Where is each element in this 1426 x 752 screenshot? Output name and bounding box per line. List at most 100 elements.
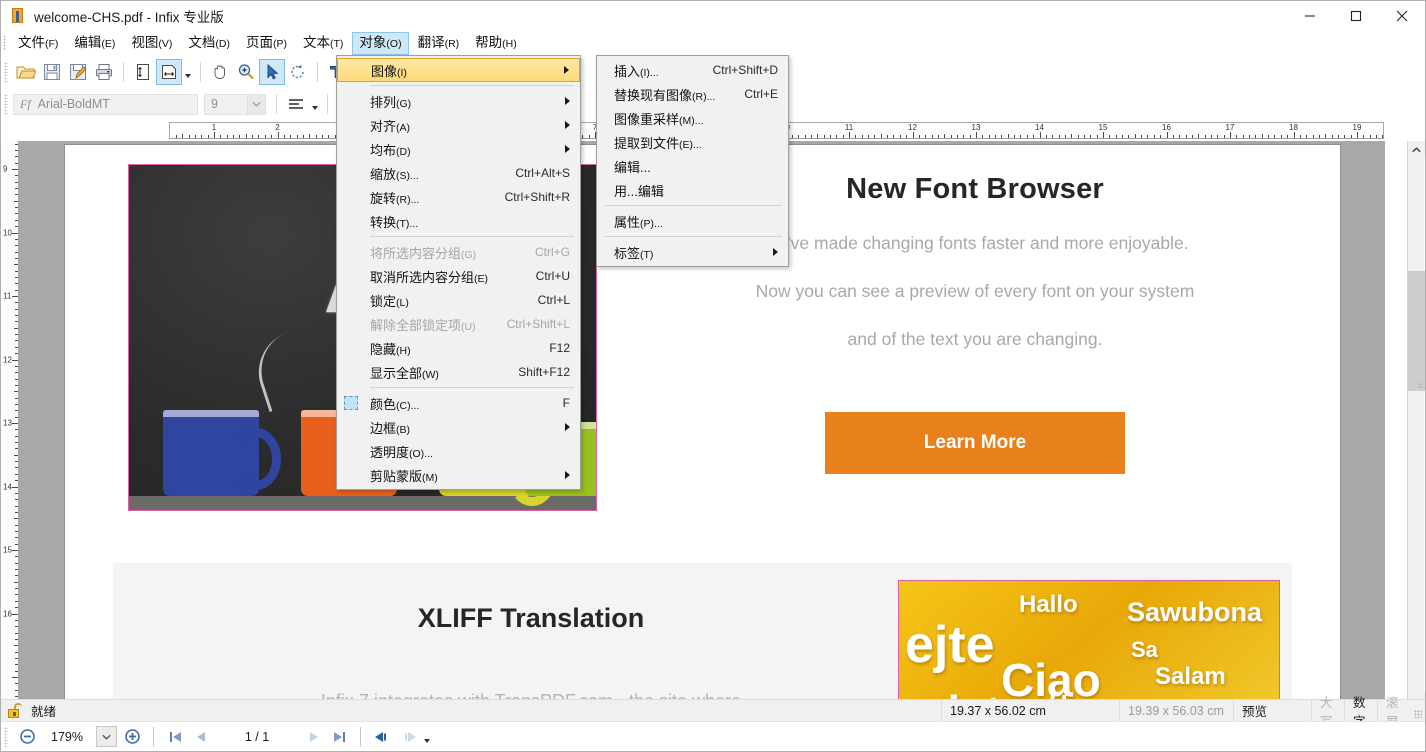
rotate-tool-button[interactable] — [285, 59, 311, 85]
menu-option-label: 对齐(A) — [370, 116, 555, 135]
menu-option[interactable]: 排列(G) — [337, 89, 580, 113]
menu-object[interactable]: 对象(O) — [352, 32, 408, 55]
menu-option-mnemonic: (G) — [461, 249, 476, 261]
open-file-button[interactable] — [13, 59, 39, 85]
save-button[interactable] — [39, 59, 65, 85]
font-size-chevron-down-icon[interactable] — [247, 95, 265, 114]
learn-more-button[interactable]: Learn More — [825, 412, 1125, 474]
align-left-button[interactable] — [283, 91, 309, 117]
font-name-input[interactable]: Ff Arial-BoldMT — [13, 94, 198, 115]
next-page-button[interactable] — [300, 725, 326, 749]
menu-separator — [370, 85, 574, 86]
fit-mode-dropdown[interactable] — [182, 59, 194, 85]
forward-view-button[interactable] — [395, 725, 421, 749]
align-dropdown[interactable] — [309, 91, 321, 117]
navbar-grip[interactable] — [4, 727, 8, 747]
image-submenu-dropdown[interactable]: 插入(I)...Ctrl+Shift+D替换现有图像(R)...Ctrl+E图像… — [596, 55, 789, 267]
menu-option[interactable]: 编辑... — [597, 154, 788, 178]
zoom-tool-button[interactable] — [233, 59, 259, 85]
scrollbar-thumb[interactable] — [1408, 271, 1425, 391]
menu-option[interactable]: 对齐(A) — [337, 113, 580, 137]
menu-option[interactable]: 颜色(C)...F — [337, 391, 580, 415]
ruler-tick — [1236, 135, 1237, 138]
menu-translate[interactable]: 翻译(R) — [411, 32, 467, 55]
menu-option[interactable]: 标签(T) — [597, 240, 788, 264]
first-page-button[interactable] — [162, 725, 188, 749]
menu-option-mnemonic: (E)... — [679, 139, 702, 151]
status-preview-toggle[interactable]: 预览 — [1233, 700, 1303, 722]
last-page-button[interactable] — [326, 725, 352, 749]
menu-option-mnemonic: (D) — [396, 146, 411, 158]
navbar-overflow-button[interactable] — [421, 724, 433, 750]
ruler-tick — [1192, 135, 1193, 138]
minimize-button[interactable] — [1287, 1, 1333, 31]
menu-option-mnemonic: (L) — [396, 297, 409, 309]
multilingual-greetings-image[interactable]: ejteHalloSawubonaCiaoSaSalamzdetHiWhat — [899, 581, 1279, 709]
app-pdf-document-icon — [10, 8, 26, 24]
save-as-button[interactable] — [65, 59, 91, 85]
menu-text[interactable]: 文本(T) — [296, 32, 350, 55]
menu-option[interactable]: 均布(D) — [337, 137, 580, 161]
menu-option[interactable]: 显示全部(W)Shift+F12 — [337, 360, 580, 384]
zoom-level-value[interactable]: 179% — [40, 730, 94, 744]
back-view-button[interactable] — [369, 725, 395, 749]
menu-view[interactable]: 视图(V) — [124, 32, 179, 55]
menu-edit[interactable]: 编辑(E) — [67, 32, 122, 55]
ruler-tick — [1147, 135, 1148, 138]
fit-width-button[interactable] — [156, 59, 182, 85]
menu-option[interactable]: 取消所选内容分组(E)Ctrl+U — [337, 264, 580, 288]
menu-option[interactable]: 边框(B) — [337, 415, 580, 439]
menu-help[interactable]: 帮助(H) — [468, 32, 524, 55]
menu-option-label: 图像(I) — [371, 61, 554, 80]
ruler-tick — [15, 448, 18, 449]
toolbar-grip[interactable] — [4, 62, 8, 82]
menu-option-mnemonic: (P)... — [640, 218, 663, 230]
ruler-tick — [1370, 135, 1371, 138]
ruler-label: 13 — [972, 123, 981, 132]
ruler-tick — [15, 150, 18, 151]
ruler-tick — [271, 135, 272, 138]
menu-document[interactable]: 文档(D) — [181, 32, 237, 55]
ruler-tick — [15, 467, 18, 468]
print-button[interactable] — [91, 59, 117, 85]
menu-option[interactable]: 图像重采样(M)... — [597, 106, 788, 130]
close-button[interactable] — [1379, 1, 1425, 31]
menu-option[interactable]: 锁定(L)Ctrl+L — [337, 288, 580, 312]
menu-option[interactable]: 图像(I) — [337, 58, 580, 82]
xliff-section: XLIFF Translation Infix 7 integrates wit… — [113, 563, 1292, 709]
zoom-out-button[interactable] — [14, 725, 40, 749]
ruler-tick — [893, 135, 894, 138]
maximize-button[interactable] — [1333, 1, 1379, 31]
resize-grip[interactable] — [1414, 710, 1422, 718]
menu-option[interactable]: 缩放(S)...Ctrl+Alt+S — [337, 161, 580, 185]
prev-page-button[interactable] — [188, 725, 214, 749]
font-size-combo[interactable]: 9 — [204, 94, 266, 115]
hand-tool-button[interactable] — [207, 59, 233, 85]
page-indicator[interactable]: 1 / 1 — [214, 730, 300, 744]
menu-page[interactable]: 页面(P) — [239, 32, 294, 55]
ruler-tick — [12, 550, 18, 551]
select-tool-button[interactable] — [259, 59, 285, 85]
object-menu-dropdown[interactable]: 图像(I) 排列(G) 对齐(A) 均布(D)缩放(S)...Ctrl+Alt+S旋转… — [336, 55, 581, 490]
menu-option[interactable]: 隐藏(H)F12 — [337, 336, 580, 360]
zoom-in-button[interactable] — [119, 725, 145, 749]
menu-option-mnemonic: (H) — [396, 345, 411, 357]
menu-option[interactable]: 透明度(O)... — [337, 439, 580, 463]
format-toolbar-grip[interactable] — [4, 94, 8, 114]
menu-option[interactable]: 转换(T)... — [337, 209, 580, 233]
ruler-tick — [15, 474, 18, 475]
menu-option[interactable]: 替换现有图像(R)...Ctrl+E — [597, 82, 788, 106]
zoom-preset-dropdown[interactable] — [96, 726, 117, 747]
menu-option[interactable]: 旋转(R)...Ctrl+Shift+R — [337, 185, 580, 209]
menu-option[interactable]: 用...编辑 — [597, 178, 788, 202]
menu-option[interactable]: 插入(I)...Ctrl+Shift+D — [597, 58, 788, 82]
menu-option[interactable]: 提取到文件(E)... — [597, 130, 788, 154]
ruler-tick — [1122, 135, 1123, 138]
scroll-up-button[interactable] — [1408, 141, 1425, 158]
vertical-ruler[interactable]: 910111213141516 — [2, 141, 19, 709]
menu-option[interactable]: 属性(P)... — [597, 209, 788, 233]
fit-page-button[interactable] — [130, 59, 156, 85]
vertical-scrollbar[interactable] — [1407, 141, 1424, 709]
menu-option[interactable]: 剪贴蒙版(M) — [337, 463, 580, 487]
menu-file[interactable]: 文件(F) — [11, 32, 65, 55]
